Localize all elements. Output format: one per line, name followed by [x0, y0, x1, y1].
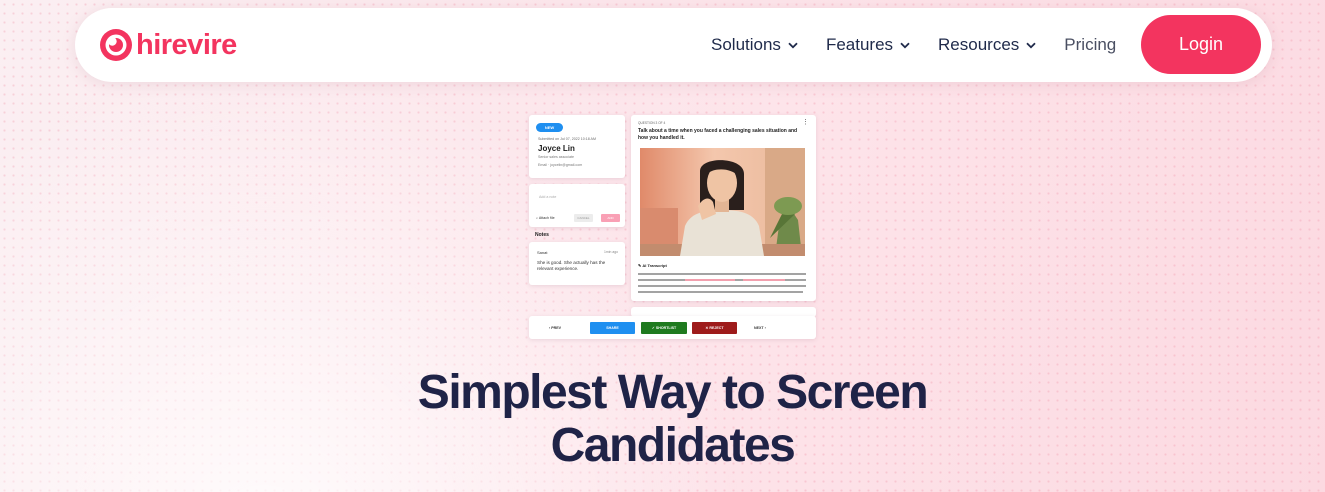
ai-transcript-label: ✎ AI Transcript: [638, 263, 667, 268]
nav-solutions-label: Solutions: [711, 35, 781, 54]
note-input: Add a note: [539, 195, 557, 199]
question-card: QUESTION 3 OF 4 ⋮ Talk about a time when…: [631, 115, 816, 301]
login-button[interactable]: Login: [1141, 15, 1261, 74]
ai-transcript-text: AI Transcript: [642, 263, 667, 268]
main-nav: Solutions Features Resources Pricing: [711, 33, 1116, 57]
nav-resources-label: Resources: [938, 35, 1020, 54]
new-badge: NEW: [536, 123, 563, 132]
prev-button: ‹ PREV: [549, 326, 561, 330]
brand-logo[interactable]: hirevire: [99, 27, 237, 63]
submitted-date: Submitted on Jul 07, 2022 10:18 AM: [538, 137, 596, 141]
attach-file-link: ⌕ Attach file: [536, 216, 555, 220]
hero-headline-line1: Simplest Way to Screen: [417, 366, 929, 419]
share-button: SHARE: [590, 322, 635, 334]
question-number: QUESTION 3 OF 4: [638, 121, 666, 125]
nav-resources[interactable]: Resources: [938, 35, 1036, 55]
nav-pricing[interactable]: Pricing: [1064, 35, 1116, 55]
product-mockup: NEW Submitted on Jul 07, 2022 10:18 AM J…: [528, 115, 816, 339]
hero-headline: Simplest Way to Screen Candidates: [0, 366, 1325, 472]
chevron-down-icon: [900, 42, 910, 48]
transcript-line: [685, 279, 735, 281]
review-actions-bar: ‹ PREV SHARE ✓ SHORTLIST ✕ REJECT NEXT ›: [529, 316, 816, 339]
add-note-box: Add a note ⌕ Attach file CANCEL ADD: [529, 184, 625, 227]
brand-name: hirevire: [136, 29, 237, 61]
candidate-role: Senior sales associate: [538, 155, 574, 159]
notes-title: Notes: [535, 232, 549, 238]
cancel-note-button: CANCEL: [574, 214, 593, 222]
hero-headline-line2: Candidates: [550, 419, 796, 472]
next-button: NEXT ›: [754, 326, 766, 330]
nav-features-label: Features: [825, 35, 894, 54]
top-navbar: hirevire Solutions Features Resources Pr…: [75, 8, 1272, 82]
note-author: Sanat: [537, 250, 548, 255]
nav-features[interactable]: Features: [826, 35, 910, 55]
hirevire-logo-icon: [100, 29, 132, 61]
candidate-email: Email · joycelin@gmail.com: [538, 163, 583, 167]
attach-file-label: Attach file: [538, 216, 555, 220]
candidate-name: Joyce Lin: [538, 144, 575, 153]
candidate-profile-card: NEW Submitted on Jul 07, 2022 10:18 AM J…: [529, 115, 625, 178]
nav-solutions[interactable]: Solutions: [711, 35, 798, 55]
reject-button: ✕ REJECT: [692, 322, 737, 334]
nav-pricing-label: Pricing: [1064, 35, 1117, 54]
add-note-button: ADD: [601, 214, 620, 222]
transcript-line: [638, 285, 806, 287]
note-text: She is good. She actually has the releva…: [537, 260, 606, 271]
question-text: Talk about a time when you faced a chall…: [638, 128, 798, 141]
transcript-line: [638, 273, 806, 275]
note-time: 1min ago: [604, 250, 618, 254]
note-card: Sanat 1min ago She is good. She actually…: [529, 242, 625, 285]
chevron-down-icon: [1026, 42, 1036, 48]
transcript-line: [638, 291, 803, 293]
shortlist-button: ✓ SHORTLIST: [641, 322, 687, 334]
transcript-line: [743, 279, 785, 281]
chevron-down-icon: [788, 42, 798, 48]
more-options-icon: ⋮: [802, 119, 809, 126]
candidate-video-thumbnail: [640, 148, 805, 256]
